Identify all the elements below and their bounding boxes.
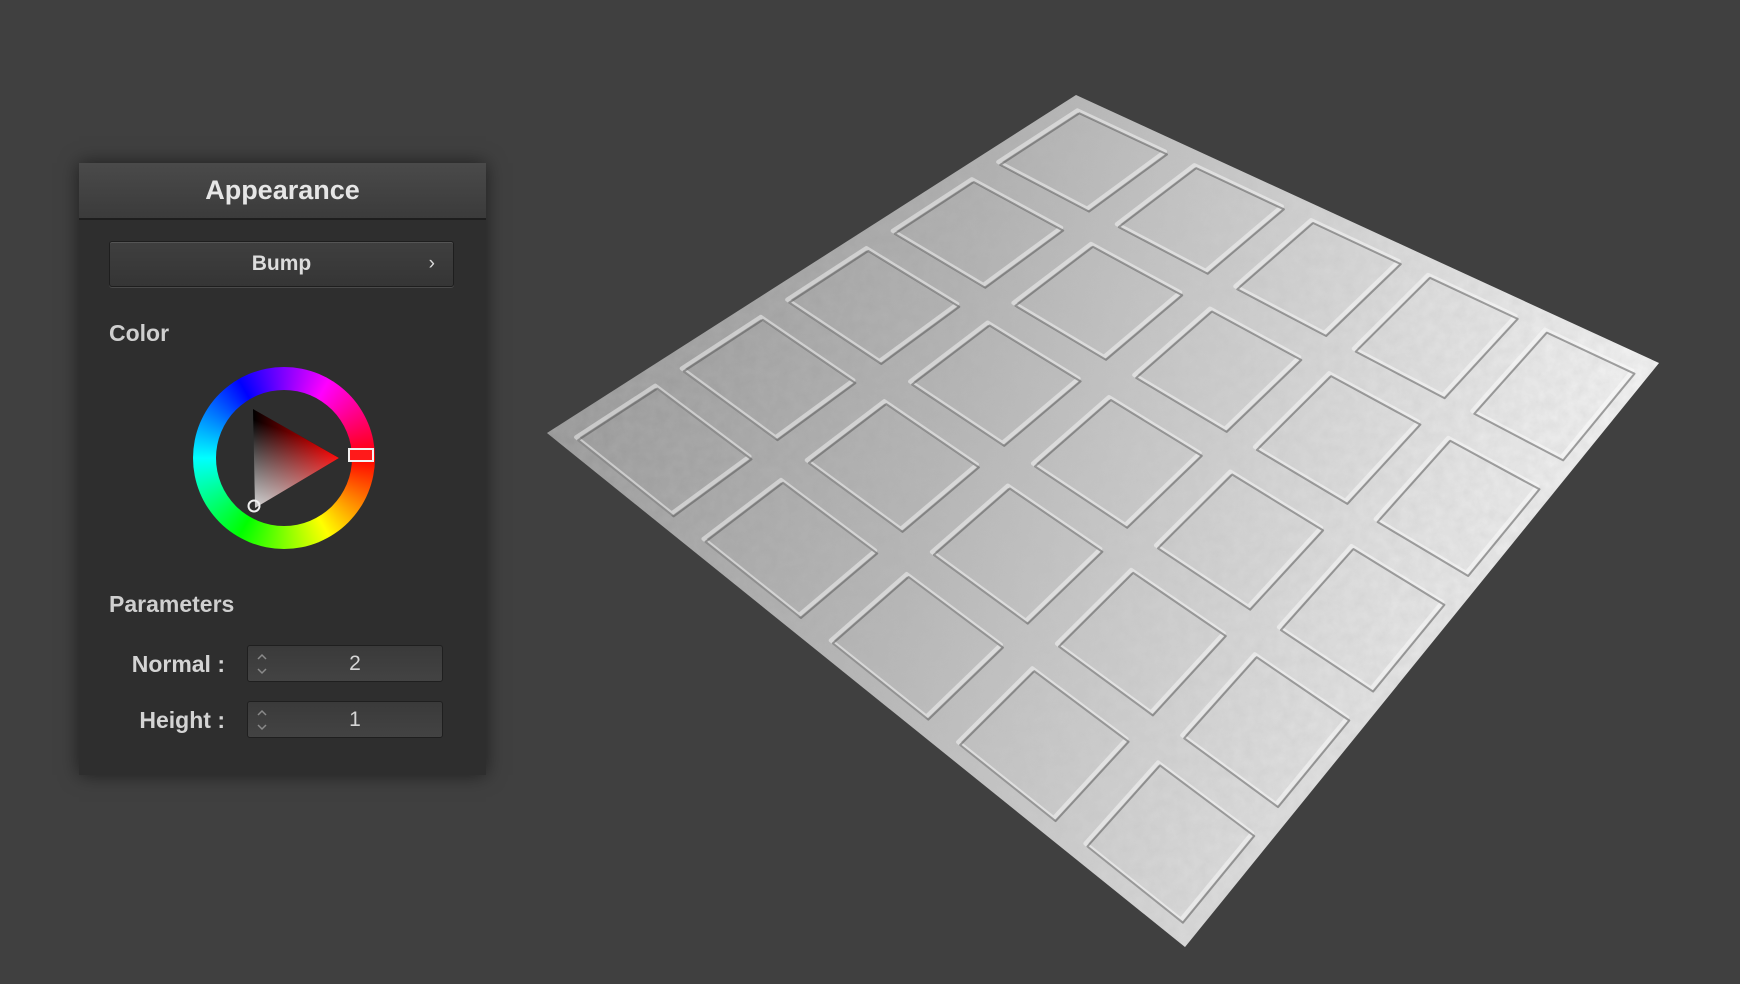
color-wheel[interactable] [193, 367, 385, 559]
height-label: Height : [139, 707, 225, 733]
height-spinbox[interactable]: 1 [247, 701, 443, 738]
color-section-label: Color [109, 320, 170, 346]
hue-handle[interactable] [348, 448, 374, 462]
parameters-section-label: Parameters [109, 591, 235, 617]
appearance-panel: Appearance Bump › Color Parameters Norma… [79, 163, 486, 775]
3d-viewport[interactable]: Appearance Bump › Color Parameters Norma… [0, 0, 1740, 984]
spin-arrows-icon[interactable] [254, 647, 270, 681]
mode-button-label: Bump [251, 252, 312, 275]
spin-arrows-icon[interactable] [254, 703, 270, 737]
saturation-value-triangle[interactable] [193, 367, 385, 559]
normal-param-row: Normal : 2 [79, 645, 486, 683]
normal-spinbox[interactable]: 2 [247, 645, 443, 682]
normal-label: Normal : [131, 651, 225, 677]
bump-mode-button[interactable]: Bump › [109, 241, 454, 287]
normal-value: 2 [349, 652, 361, 675]
panel-title: Appearance [79, 163, 486, 220]
height-param-row: Height : 1 [79, 701, 486, 739]
chevron-right-icon: › [428, 253, 435, 274]
height-value: 1 [349, 708, 361, 731]
